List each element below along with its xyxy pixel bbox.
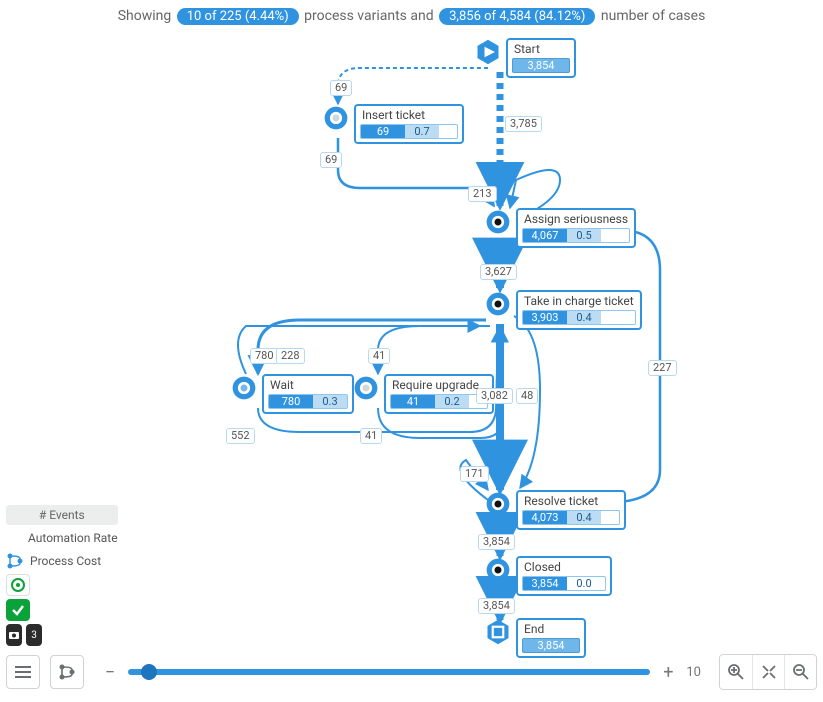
metric-process-cost[interactable]: Process Cost xyxy=(6,551,118,571)
node-label: Closed xyxy=(522,560,606,576)
node-metric-b: 0.3 xyxy=(313,395,347,408)
node-take-in-charge[interactable]: Take in charge ticket 3,903 0.4 xyxy=(484,290,642,330)
summary-header: Showing 10 of 225 (4.44%) process varian… xyxy=(0,0,823,29)
node-count: 3,854 xyxy=(522,638,580,653)
node-metric-b: 0.4 xyxy=(567,311,601,324)
node-label: Insert ticket xyxy=(360,108,458,124)
activity-node-icon xyxy=(230,374,258,402)
activity-node-icon xyxy=(484,290,512,318)
node-require-upgrade[interactable]: Require upgrade 41 0.2 xyxy=(352,374,494,414)
edge-label: 171 xyxy=(460,466,489,482)
slider-value: 10 xyxy=(686,665,701,680)
variants-pill[interactable]: 10 of 225 (4.44%) xyxy=(177,8,299,25)
node-wait[interactable]: Wait 780 0.3 xyxy=(230,374,354,414)
play-hexagon-icon xyxy=(474,38,502,66)
node-count: 3,854 xyxy=(512,58,570,73)
process-canvas[interactable]: Start 3,854 Insert ticket 69 0.7 Assign … xyxy=(0,30,823,642)
graph-mode-button[interactable] xyxy=(50,655,84,689)
node-metric-a: 3,903 xyxy=(523,311,567,324)
camera-icon xyxy=(8,629,20,641)
node-label: Wait xyxy=(268,378,348,394)
slider-track[interactable] xyxy=(128,669,650,675)
variant-slider[interactable]: − + 10 xyxy=(94,662,709,683)
edge-label: 41 xyxy=(360,428,382,444)
counter-badge-b[interactable]: 3 xyxy=(26,624,42,646)
check-icon xyxy=(10,602,26,618)
stop-hexagon-icon xyxy=(484,618,512,646)
activity-node-icon xyxy=(484,490,512,518)
bottom-toolbar: − + 10 xyxy=(6,652,817,692)
metric-automation-rate[interactable]: Automation Rate xyxy=(6,528,118,548)
node-label: Resolve ticket xyxy=(522,494,620,510)
target-icon xyxy=(10,577,26,593)
node-label: Start xyxy=(512,42,570,58)
node-metric-a: 41 xyxy=(391,395,435,408)
slider-thumb[interactable] xyxy=(141,664,157,680)
edge-label: 69 xyxy=(330,80,352,96)
node-metric-a: 3,854 xyxy=(523,577,567,590)
edge-label: 552 xyxy=(226,428,255,444)
zoom-out-button[interactable] xyxy=(784,655,816,689)
edge-label: 69 xyxy=(320,152,342,168)
node-resolve-ticket[interactable]: Resolve ticket 4,073 0.4 xyxy=(484,490,626,530)
edge-label: 228 xyxy=(276,348,305,364)
zoom-controls xyxy=(719,654,817,690)
edge-label: 213 xyxy=(468,186,497,202)
node-label: Take in charge ticket xyxy=(522,294,636,310)
header-mid: process variants and xyxy=(304,8,433,24)
fit-button[interactable] xyxy=(752,655,784,689)
counter-badge-a[interactable] xyxy=(6,624,22,646)
slider-decrement[interactable]: − xyxy=(102,662,118,683)
header-prefix: Showing xyxy=(118,8,172,24)
node-metric-a: 4,067 xyxy=(523,229,567,242)
activity-node-icon xyxy=(322,104,350,132)
metric-events[interactable]: # Events xyxy=(6,505,118,525)
header-suffix: number of cases xyxy=(601,8,705,24)
node-metric-a: 780 xyxy=(269,395,313,408)
node-assign-seriousness[interactable]: Assign seriousness 4,067 0.5 xyxy=(484,208,636,248)
node-label: End xyxy=(522,622,580,638)
zoom-in-button[interactable] xyxy=(720,655,752,689)
activity-node-icon xyxy=(352,374,380,402)
node-metric-a: 69 xyxy=(361,125,405,138)
node-metric-b: 0.7 xyxy=(405,125,439,138)
target-toggle[interactable] xyxy=(6,574,30,596)
fit-screen-icon xyxy=(760,663,778,681)
zoom-in-icon xyxy=(727,663,745,681)
node-insert-ticket[interactable]: Insert ticket 69 0.7 xyxy=(322,104,464,144)
edge-label: 3,785 xyxy=(505,116,542,132)
flow-icon xyxy=(6,552,24,570)
confirm-toggle[interactable] xyxy=(6,599,30,621)
hamburger-icon xyxy=(14,665,32,679)
edge-label: 41 xyxy=(368,348,390,364)
edge-label: 227 xyxy=(648,360,677,376)
edge-label: 3,854 xyxy=(478,598,515,614)
graph-icon xyxy=(57,662,77,682)
node-label: Assign seriousness xyxy=(522,212,630,228)
node-start[interactable]: Start 3,854 xyxy=(474,38,576,78)
activity-node-icon xyxy=(484,556,512,584)
node-metric-b: 0.5 xyxy=(567,229,601,242)
node-metric-a: 4,073 xyxy=(523,511,567,524)
node-metric-b: 0.2 xyxy=(435,395,469,408)
node-label: Require upgrade xyxy=(390,378,488,394)
edge-label: 48 xyxy=(516,388,538,404)
node-closed[interactable]: Closed 3,854 0.0 xyxy=(484,556,612,596)
zoom-out-icon xyxy=(792,663,810,681)
menu-button[interactable] xyxy=(6,655,40,689)
activity-node-icon xyxy=(484,208,512,236)
node-metric-b: 0.4 xyxy=(567,511,601,524)
slider-increment[interactable]: + xyxy=(660,662,676,683)
metrics-panel: # Events Automation Rate Process Cost 3 xyxy=(6,505,118,646)
cases-pill[interactable]: 3,856 of 4,584 (84.12%) xyxy=(439,8,595,25)
edge-label: 3,627 xyxy=(480,264,517,280)
edge-label: 3,854 xyxy=(478,534,515,550)
edge-label: 780 xyxy=(250,348,279,364)
node-metric-b: 0.0 xyxy=(567,577,601,590)
